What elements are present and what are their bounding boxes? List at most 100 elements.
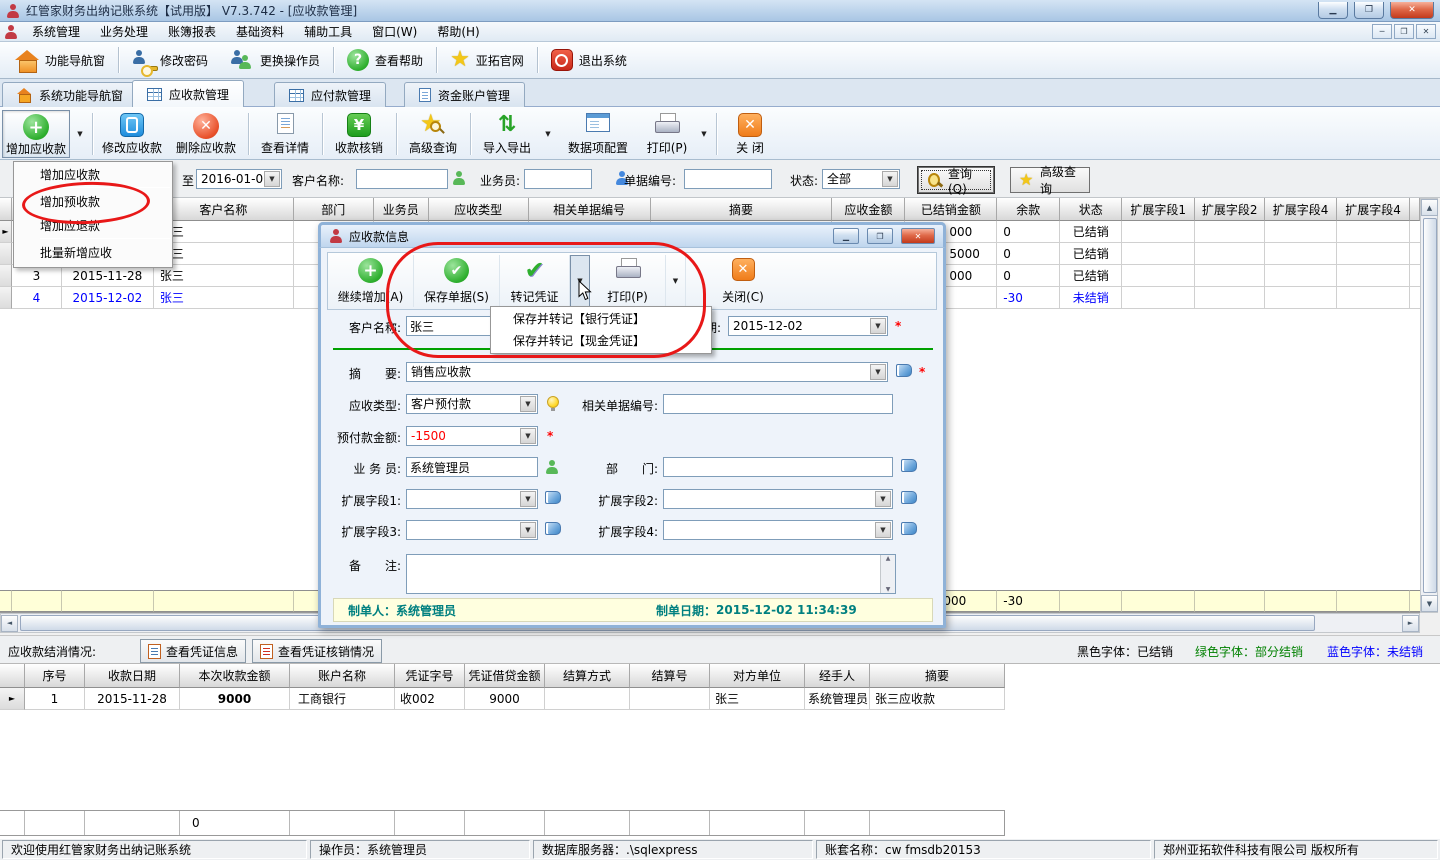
view-voucher-verify-button[interactable]: 查看凭证核销情况 (252, 639, 382, 663)
data-config-button[interactable]: 数据项配置 (560, 110, 636, 158)
nav-window-button[interactable]: 功能导航窗 (4, 45, 116, 75)
import-export-dropdown[interactable]: ▼ (540, 110, 556, 158)
menu-basedata[interactable]: 基础资料 (226, 23, 294, 41)
save-document-button[interactable]: ✔ 保存单据(S) (414, 255, 500, 307)
menu-item-save-bank-voucher[interactable]: 保存并转记【银行凭证】 (491, 307, 711, 329)
header-summary[interactable]: 摘要 (870, 664, 1005, 688)
lookup-book-icon[interactable] (896, 364, 912, 377)
header-summary[interactable]: 摘要 (651, 198, 833, 221)
header-seq[interactable]: 序号 (25, 664, 85, 688)
chevron-down-icon[interactable] (870, 364, 886, 380)
chevron-down-icon[interactable] (875, 491, 891, 507)
amount-combo[interactable]: -1500 (406, 426, 538, 446)
header-counterparty[interactable]: 对方单位 (710, 664, 805, 688)
scroll-right-icon[interactable]: ► (1402, 615, 1419, 632)
header-settled[interactable]: 已结销金额 (905, 198, 997, 221)
note-scrollbar[interactable]: ▲▼ (880, 555, 895, 593)
lookup-book-icon[interactable] (545, 522, 561, 535)
header-customer[interactable]: 客户名称 (154, 198, 294, 221)
header-settle-method[interactable]: 结算方式 (545, 664, 630, 688)
ext2-combo[interactable] (663, 489, 893, 509)
chevron-down-icon[interactable] (264, 171, 280, 187)
restore-button[interactable]: ❐ (1354, 2, 1384, 19)
type-combo[interactable]: 客户预付款 (406, 394, 538, 414)
doc-date-combo[interactable]: 2015-12-02 (728, 316, 888, 336)
header-ext1[interactable]: 扩展字段1 (1122, 198, 1195, 221)
header-related-doc[interactable]: 相关单据编号 (529, 198, 651, 221)
header-status[interactable]: 状态 (1060, 198, 1122, 221)
mdi-restore-button[interactable]: ❐ (1394, 24, 1414, 39)
customer-person-icon[interactable] (452, 171, 466, 185)
scroll-down-icon[interactable]: ▼ (1421, 595, 1438, 612)
receipt-row[interactable]: ► 1 2015-11-28 9000 工商银行 收002 9000 张三 系统… (0, 688, 1005, 710)
dialog-print-button[interactable]: 打印(P) (590, 255, 666, 307)
tab-payables[interactable]: 应付款管理 (274, 82, 386, 107)
header-receipt-date[interactable]: 收款日期 (85, 664, 180, 688)
salesman-person-icon[interactable] (545, 460, 559, 474)
ext1-combo[interactable] (406, 489, 538, 509)
menu-item-save-cash-voucher[interactable]: 保存并转记【现金凭证】 (491, 329, 711, 351)
header-balance[interactable]: 余款 (997, 198, 1060, 221)
lookup-book-icon[interactable] (901, 491, 917, 504)
menu-item-add-prepayment[interactable]: 增加预收款 (14, 189, 172, 213)
tab-fund-accounts[interactable]: 资金账户管理 (404, 82, 525, 107)
header-amount[interactable]: 应收金额 (832, 198, 905, 221)
scrollbar-thumb[interactable] (1423, 218, 1437, 593)
header-ext2[interactable]: 扩展字段2 (1195, 198, 1265, 221)
header-account[interactable]: 账户名称 (290, 664, 395, 688)
add-receivable-dropdown[interactable]: ▼ (72, 110, 88, 158)
header-settle-no[interactable]: 结算号 (630, 664, 710, 688)
dialog-print-dropdown[interactable]: ▼ (666, 255, 686, 307)
view-voucher-info-button[interactable]: 查看凭证信息 (140, 639, 246, 663)
verify-receipt-button[interactable]: ¥ 收款核销 (328, 110, 390, 158)
header-voucher-amount[interactable]: 凭证借贷金额 (465, 664, 545, 688)
menu-tools[interactable]: 辅助工具 (294, 23, 362, 41)
mdi-close-button[interactable]: ✕ (1416, 24, 1436, 39)
menu-reports[interactable]: 账簿报表 (158, 23, 226, 41)
salesman-filter-input[interactable] (524, 169, 592, 189)
header-ext4b[interactable]: 扩展字段4 (1337, 198, 1410, 221)
header-salesman[interactable]: 业务员 (374, 198, 429, 221)
header-receipt-amount[interactable]: 本次收款金额 (180, 664, 290, 688)
chevron-down-icon[interactable] (882, 171, 898, 187)
advanced-query-button[interactable]: ★ 高级查询 (402, 110, 464, 158)
minimize-button[interactable]: ▁ (1318, 2, 1348, 19)
menu-window[interactable]: 窗口(W) (362, 23, 427, 41)
post-voucher-button[interactable]: ✔ 转记凭证 (500, 255, 570, 307)
continue-add-button[interactable]: + 继续增加(A) (328, 255, 414, 307)
menu-item-add-receivable[interactable]: 增加应收款 (14, 162, 172, 186)
to-date-combo[interactable]: 2016-01-02 (196, 169, 282, 189)
chevron-down-icon[interactable] (870, 318, 886, 334)
lookup-book-icon[interactable] (901, 459, 917, 472)
dialog-close-button[interactable]: ✕ (901, 228, 935, 244)
help-button[interactable]: ? 查看帮助 (336, 45, 434, 75)
related-doc-input[interactable] (663, 394, 893, 414)
chevron-down-icon[interactable] (875, 522, 891, 538)
chevron-down-icon[interactable] (520, 491, 536, 507)
import-export-button[interactable]: ⇅ 导入导出 (476, 110, 538, 158)
tab-nav-window[interactable]: 系统功能导航窗 (2, 82, 138, 107)
menu-system[interactable]: 系统管理 (22, 23, 90, 41)
delete-receivable-button[interactable]: ✕ 删除应收款 (170, 110, 242, 158)
chevron-down-icon[interactable] (520, 522, 536, 538)
switch-operator-button[interactable]: 更换操作员 (219, 45, 331, 75)
lookup-book-icon[interactable] (545, 491, 561, 504)
ext4-combo[interactable] (663, 520, 893, 540)
salesman-input[interactable] (406, 457, 538, 477)
query-button[interactable]: 查询(Q) (918, 167, 994, 193)
change-password-button[interactable]: 修改密码 (121, 45, 219, 75)
menu-item-batch-add[interactable]: 批量新增应收 (14, 240, 172, 264)
header-voucher-no[interactable]: 凭证字号 (395, 664, 465, 688)
scroll-up-icon[interactable]: ▲ (1421, 199, 1438, 216)
customer-filter-input[interactable] (356, 169, 448, 189)
advanced-query-button-2[interactable]: ★ 高级查询 (1010, 167, 1090, 193)
tab-receivables[interactable]: 应收款管理 (132, 80, 244, 107)
docno-filter-input[interactable] (684, 169, 772, 189)
chevron-down-icon[interactable] (520, 396, 536, 412)
print-dropdown[interactable]: ▼ (696, 110, 712, 158)
menu-help[interactable]: 帮助(H) (427, 23, 489, 41)
dept-input[interactable] (663, 457, 893, 477)
dialog-restore-button[interactable]: ❐ (867, 228, 893, 244)
close-module-button[interactable]: ✕ 关 闭 (722, 110, 778, 158)
close-button[interactable]: ✕ (1390, 2, 1434, 19)
